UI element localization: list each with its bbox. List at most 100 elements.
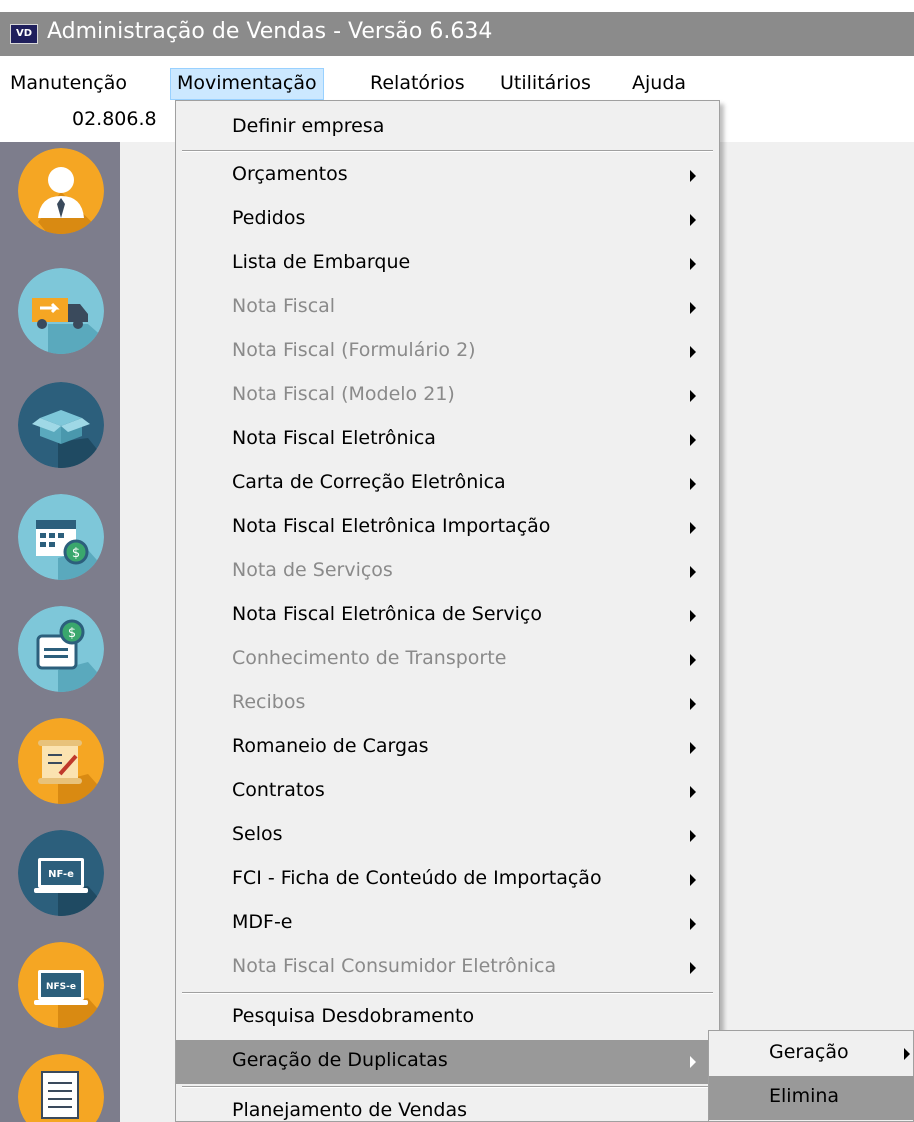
menu-item-contratos[interactable]: Contratos	[176, 770, 719, 814]
title-bar: VD Administração de Vendas - Versão 6.63…	[0, 0, 914, 68]
submenu-item-geracao[interactable]: Geração	[709, 1032, 914, 1076]
submenu-arrow-icon	[690, 302, 696, 314]
menu-separator	[182, 150, 713, 152]
window-title: Administração de Vendas - Versão 6.634	[47, 19, 493, 44]
menu-bar: Manutenção Movimentação Relatórios Utili…	[0, 68, 914, 100]
box-icon[interactable]	[18, 382, 104, 468]
calendar-money-icon[interactable]: $	[18, 494, 104, 580]
menu-item-geracao-de-duplicatas[interactable]: Geração de Duplicatas	[176, 1040, 719, 1084]
menu-item-nfe-importacao[interactable]: Nota Fiscal Eletrônica Importação	[176, 506, 719, 550]
menu-item-carta-de-correcao[interactable]: Carta de Correção Eletrônica	[176, 462, 719, 506]
submenu-item-elimina[interactable]: Elimina	[709, 1076, 914, 1120]
submenu-arrow-icon	[690, 918, 696, 930]
svg-text:NFS-e: NFS-e	[46, 982, 76, 992]
menu-item-label: Geração de Duplicatas	[232, 1049, 448, 1071]
menu-item-label: Recibos	[232, 691, 306, 713]
menu-item-label: Carta de Correção Eletrônica	[232, 471, 506, 493]
menu-item-label: Nota Fiscal Eletrônica Importação	[232, 515, 551, 537]
menu-item-label: Nota Fiscal Consumidor Eletrônica	[232, 955, 557, 977]
menu-ajuda[interactable]: Ajuda	[626, 68, 692, 100]
menu-item-romaneio-de-cargas[interactable]: Romaneio de Cargas	[176, 726, 719, 770]
submenu-arrow-icon	[690, 522, 696, 534]
submenu-arrow-icon	[690, 214, 696, 226]
submenu-arrow-icon	[904, 1048, 910, 1060]
geracao-duplicatas-submenu: Geração Elimina	[708, 1030, 914, 1122]
menu-item-label: Nota Fiscal Eletrônica de Serviço	[232, 603, 542, 625]
submenu-arrow-icon	[690, 698, 696, 710]
invoice-money-icon[interactable]: $	[18, 606, 104, 692]
checklist-icon[interactable]	[18, 1054, 104, 1122]
nfse-icon[interactable]: NFS-e	[18, 942, 104, 1028]
submenu-arrow-icon	[690, 786, 696, 798]
submenu-arrow-icon	[690, 478, 696, 490]
submenu-arrow-icon	[690, 258, 696, 270]
menu-item-nota-fiscal-formulario-2: Nota Fiscal (Formulário 2)	[176, 330, 719, 374]
submenu-arrow-icon	[690, 830, 696, 842]
menu-item-pedidos[interactable]: Pedidos	[176, 198, 719, 242]
menu-item-label: Lista de Embarque	[232, 251, 411, 273]
menu-separator	[182, 1086, 713, 1088]
submenu-arrow-icon	[690, 1056, 696, 1068]
submenu-item-label: Elimina	[769, 1085, 840, 1107]
menu-item-orcamentos[interactable]: Orçamentos	[176, 154, 719, 198]
menu-item-nfce: Nota Fiscal Consumidor Eletrônica	[176, 946, 719, 990]
submenu-arrow-icon	[690, 434, 696, 446]
submenu-arrow-icon	[690, 962, 696, 974]
menu-item-selos[interactable]: Selos	[176, 814, 719, 858]
menu-item-pesquisa-desdobramento[interactable]: Pesquisa Desdobramento	[176, 996, 719, 1040]
menu-item-label: Nota Fiscal Eletrônica	[232, 427, 436, 449]
menu-item-label: Nota Fiscal (Modelo 21)	[232, 383, 455, 405]
menu-item-label: Definir empresa	[232, 115, 385, 137]
menu-item-label: FCI - Ficha de Conteúdo de Importação	[232, 867, 602, 889]
menu-item-lista-de-embarque[interactable]: Lista de Embarque	[176, 242, 719, 286]
menu-item-label: Orçamentos	[232, 163, 348, 185]
menu-item-label: Nota Fiscal (Formulário 2)	[232, 339, 476, 361]
menu-item-nfe-de-servico[interactable]: Nota Fiscal Eletrônica de Serviço	[176, 594, 719, 638]
user-icon[interactable]	[18, 148, 104, 234]
menu-item-label: MDF-e	[232, 911, 293, 933]
submenu-arrow-icon	[690, 874, 696, 886]
submenu-arrow-icon	[690, 654, 696, 666]
menu-item-mdfe[interactable]: MDF-e	[176, 902, 719, 946]
menu-item-label: Romaneio de Cargas	[232, 735, 429, 757]
menu-item-nota-de-servicos: Nota de Serviços	[176, 550, 719, 594]
menu-item-label: Conhecimento de Transporte	[232, 647, 507, 669]
menu-item-nota-fiscal-eletronica[interactable]: Nota Fiscal Eletrônica	[176, 418, 719, 462]
nfe-icon[interactable]: NF-e	[18, 830, 104, 916]
movimentacao-dropdown: Definir empresa Orçamentos Pedidos Lista…	[175, 100, 720, 1122]
menu-item-nota-fiscal-modelo-21: Nota Fiscal (Modelo 21)	[176, 374, 719, 418]
menu-movimentacao[interactable]: Movimentação	[170, 68, 324, 100]
submenu-arrow-icon	[690, 390, 696, 402]
svg-text:$: $	[68, 626, 76, 641]
menu-relatorios[interactable]: Relatórios	[364, 68, 471, 100]
sidebar: $ $ NF-e NFS-e	[0, 142, 120, 1122]
menu-item-label: Pedidos	[232, 207, 306, 229]
delivery-truck-icon[interactable]	[18, 268, 104, 354]
menu-item-conhecimento-de-transporte: Conhecimento de Transporte	[176, 638, 719, 682]
menu-item-nota-fiscal: Nota Fiscal	[176, 286, 719, 330]
submenu-arrow-icon	[690, 346, 696, 358]
company-code: 02.806.8	[72, 108, 157, 130]
menu-item-definir-empresa[interactable]: Definir empresa	[176, 106, 719, 150]
submenu-arrow-icon	[690, 170, 696, 182]
menu-item-label: Pesquisa Desdobramento	[232, 1005, 475, 1027]
submenu-arrow-icon	[690, 566, 696, 578]
menu-item-fci[interactable]: FCI - Ficha de Conteúdo de Importação	[176, 858, 719, 902]
submenu-arrow-icon	[690, 610, 696, 622]
menu-item-planejamento-de-vendas[interactable]: Planejamento de Vendas	[176, 1090, 719, 1122]
submenu-item-label: Geração	[769, 1041, 849, 1063]
menu-item-label: Planejamento de Vendas	[232, 1099, 468, 1121]
menu-item-recibos: Recibos	[176, 682, 719, 726]
menu-item-label: Nota de Serviços	[232, 559, 393, 581]
menu-utilitarios[interactable]: Utilitários	[494, 68, 597, 100]
menu-item-label: Nota Fiscal	[232, 295, 336, 317]
submenu-arrow-icon	[690, 742, 696, 754]
contract-icon[interactable]	[18, 718, 104, 804]
menu-item-label: Selos	[232, 823, 283, 845]
menu-item-label: Contratos	[232, 779, 325, 801]
menu-separator	[182, 992, 713, 994]
app-icon: VD	[10, 24, 38, 44]
svg-text:$: $	[72, 546, 80, 561]
svg-text:NF-e: NF-e	[48, 869, 74, 880]
menu-manutencao[interactable]: Manutenção	[4, 68, 133, 100]
